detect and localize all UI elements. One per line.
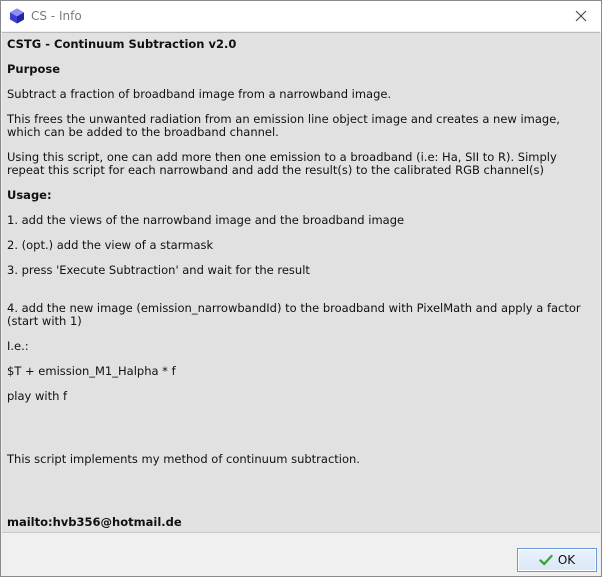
ok-button[interactable]: OK (517, 548, 597, 572)
step-4: 4. add the new image (emission_narrowban… (7, 301, 581, 329)
purpose-label: Purpose (7, 62, 61, 76)
usage-note: Using this script, one can add more then… (7, 150, 557, 178)
info-dialog: CS - Info CSTG - Continuum Subtraction v… (0, 0, 602, 577)
usage-label: Usage: (7, 188, 52, 202)
step-3: 3. press 'Execute Subtraction' and wait … (7, 263, 310, 277)
mailto-link[interactable]: mailto:hvb356@hotmail.de (7, 515, 593, 529)
script-heading: CSTG - Continuum Subtraction v2.0 (7, 37, 237, 51)
app-icon (10, 8, 24, 24)
info-text-area: CSTG - Continuum Subtraction v2.0 Purpos… (2, 32, 600, 533)
checkmark-icon (539, 554, 553, 566)
close-icon (575, 10, 587, 22)
step-1: 1. add the views of the narrowband image… (7, 213, 405, 227)
step-2: 2. (opt.) add the view of a starmask (7, 238, 214, 252)
ie-label: I.e.: (7, 339, 29, 353)
formula-text: $T + emission_M1_Halpha * f (7, 364, 176, 378)
method-text: This script implements my method of cont… (7, 452, 360, 466)
title-bar[interactable]: CS - Info (1, 1, 601, 31)
ok-label: OK (557, 553, 576, 567)
window-title: CS - Info (31, 9, 82, 23)
play-text: play with f (7, 389, 68, 403)
description-text: This frees the unwanted radiation from a… (7, 112, 560, 140)
purpose-text: Subtract a fraction of broadband image f… (7, 87, 392, 101)
close-button[interactable] (561, 1, 601, 31)
